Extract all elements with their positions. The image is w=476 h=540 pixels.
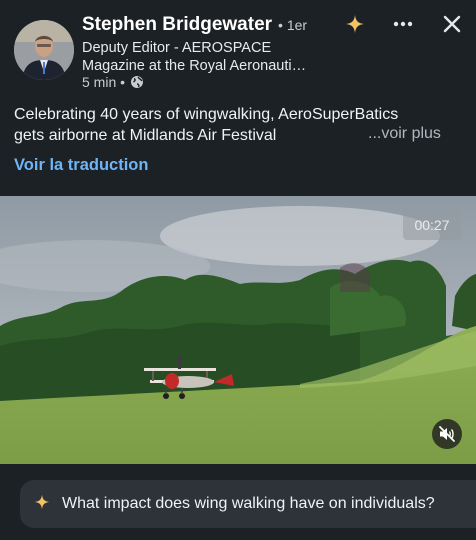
post-header: Stephen Bridgewater • 1er Deputy Editor … (0, 0, 476, 196)
video-player[interactable]: 00:27 (0, 196, 476, 464)
author-headline: Deputy Editor - AEROSPACE Magazine at th… (82, 39, 332, 75)
see-more-link[interactable]: ...voir plus (368, 125, 441, 143)
author-name[interactable]: Stephen Bridgewater (82, 14, 272, 36)
author-name-row: Stephen Bridgewater • 1er (82, 14, 307, 36)
sparkle-icon (34, 494, 50, 515)
author-headline-line-2: Magazine at the Royal Aeronauti… (82, 58, 307, 74)
post-meta: 5 min • (82, 74, 144, 90)
author-headline-line-1: Deputy Editor - AEROSPACE (82, 40, 272, 56)
ai-prompt-bar: What impact does wing walking have on in… (0, 464, 476, 540)
speaker-muted-icon[interactable] (432, 419, 462, 449)
see-translation-link[interactable]: Voir la traduction (14, 156, 148, 175)
video-timer: 00:27 (403, 210, 461, 240)
globe-icon (130, 75, 144, 89)
ai-suggested-question[interactable]: What impact does wing walking have on in… (20, 480, 476, 528)
connection-degree: • 1er (278, 17, 308, 33)
post-text-line-1: Celebrating 40 years of wingwalking, Aer… (14, 106, 399, 123)
post-time: 5 min • (82, 74, 126, 90)
more-icon[interactable] (391, 12, 415, 36)
sparkle-icon[interactable] (343, 12, 367, 36)
ai-question-text: What impact does wing walking have on in… (62, 495, 435, 512)
close-icon[interactable] (440, 12, 464, 36)
author-avatar[interactable] (14, 20, 74, 80)
